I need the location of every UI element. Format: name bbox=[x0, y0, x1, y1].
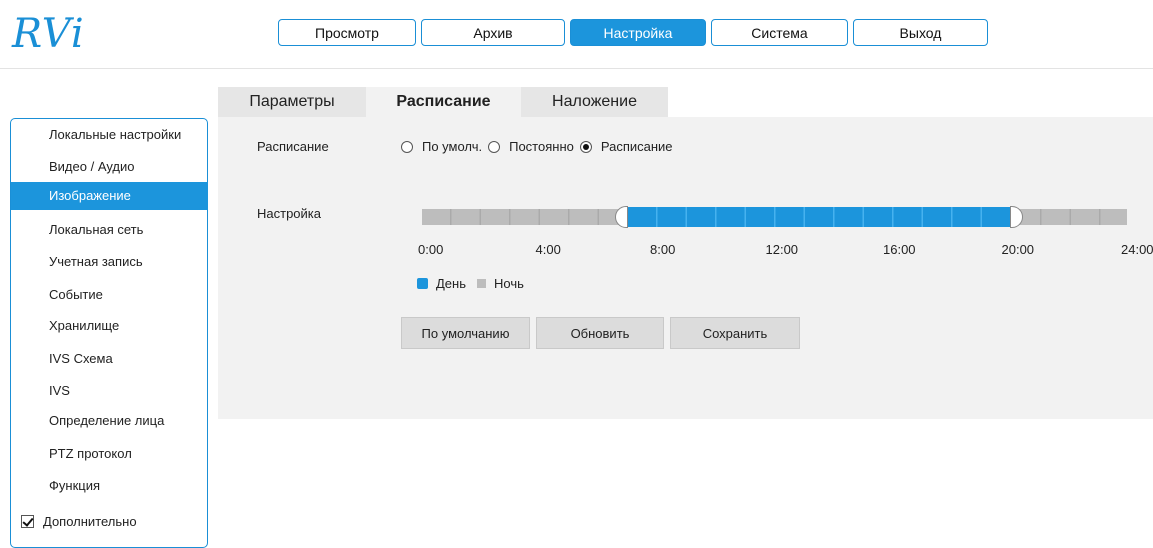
radio-schedule[interactable]: Расписание bbox=[579, 139, 673, 154]
tab-overlay[interactable]: Наложение bbox=[521, 87, 668, 117]
nav-system-button[interactable]: Система bbox=[711, 19, 848, 46]
timeline-tick-label: 16:00 bbox=[883, 242, 916, 257]
sidebar-item-video-audio[interactable]: Видео / Аудио bbox=[11, 153, 208, 181]
nav-settings-button[interactable]: Настройка bbox=[570, 19, 706, 46]
radio-always-label: Постоянно bbox=[509, 139, 574, 154]
nav-archive-button[interactable]: Архив bbox=[421, 19, 565, 46]
radio-default-label: По умолч. bbox=[422, 139, 483, 154]
radio-schedule-label: Расписание bbox=[600, 139, 673, 154]
advanced-checkbox[interactable] bbox=[21, 515, 34, 528]
sidebar-item-face-detection[interactable]: Определение лица bbox=[11, 407, 208, 435]
nav-view-button[interactable]: Просмотр bbox=[278, 19, 416, 46]
timeline-tick-label: 8:00 bbox=[650, 242, 676, 257]
schedule-panel: Расписание По умолч. Постоянно Расписани… bbox=[218, 117, 1153, 419]
default-button[interactable]: По умолчанию bbox=[401, 317, 530, 349]
schedule-label: Расписание bbox=[257, 139, 329, 154]
legend-night-label: Ночь bbox=[494, 276, 524, 291]
rvi-logo: RVi bbox=[12, 11, 85, 57]
settings-sidebar: Локальные настройки Видео / Аудио Изобра… bbox=[10, 118, 208, 548]
timeline-tick-label: 20:00 bbox=[1001, 242, 1035, 257]
refresh-button[interactable]: Обновить bbox=[536, 317, 664, 349]
sidebar-item-event[interactable]: Событие bbox=[11, 281, 208, 309]
day-start-handle[interactable] bbox=[614, 206, 628, 228]
header-divider bbox=[0, 68, 1153, 69]
sidebar-item-image[interactable]: Изображение bbox=[11, 182, 208, 210]
day-swatch-icon bbox=[417, 278, 428, 289]
radio-always-dot[interactable] bbox=[488, 140, 501, 153]
legend-day-label: День bbox=[436, 276, 466, 291]
advanced-toggle[interactable]: Дополнительно bbox=[21, 514, 137, 529]
sidebar-item-ptz-protocol[interactable]: PTZ протокол bbox=[11, 440, 208, 468]
sidebar-item-ivs-scheme[interactable]: IVS Схема bbox=[11, 345, 208, 373]
sidebar-item-account[interactable]: Учетная запись bbox=[11, 248, 208, 276]
timeline-tick-label: 4:00 bbox=[535, 242, 561, 257]
timeline-tick-label: 12:00 bbox=[765, 242, 799, 257]
action-buttons: По умолчанию Обновить Сохранить bbox=[401, 317, 806, 349]
top-navigation: Просмотр Архив Настройка Система Выход bbox=[278, 19, 993, 46]
sidebar-item-ivs[interactable]: IVS bbox=[11, 377, 208, 405]
timeline-tick-label: 24:00 bbox=[1121, 242, 1153, 257]
nav-exit-button[interactable]: Выход bbox=[853, 19, 988, 46]
radio-schedule-dot[interactable] bbox=[579, 140, 592, 153]
timeline-legend: День Ночь bbox=[417, 276, 524, 291]
tab-schedule[interactable]: Расписание bbox=[366, 87, 521, 117]
sidebar-item-function[interactable]: Функция bbox=[11, 472, 208, 500]
radio-default[interactable]: По умолч. bbox=[401, 139, 482, 154]
setting-label: Настройка bbox=[257, 206, 321, 221]
sidebar-item-local-settings[interactable]: Локальные настройки bbox=[11, 121, 208, 149]
radio-always[interactable]: Постоянно bbox=[488, 139, 574, 154]
schedule-mode-radios: По умолч. Постоянно Расписание bbox=[401, 139, 679, 154]
sidebar-item-storage[interactable]: Хранилище bbox=[11, 312, 208, 340]
day-end-handle[interactable] bbox=[1009, 206, 1023, 228]
save-button[interactable]: Сохранить bbox=[670, 317, 800, 349]
tab-parameters[interactable]: Параметры bbox=[218, 87, 366, 117]
radio-default-dot[interactable] bbox=[401, 140, 413, 153]
day-range bbox=[627, 207, 1010, 227]
timeline-tick-label: 0:00 bbox=[418, 242, 444, 257]
advanced-label: Дополнительно bbox=[43, 514, 137, 529]
settings-tabs: Параметры Расписание Наложение bbox=[218, 87, 668, 117]
sidebar-item-network[interactable]: Локальная сеть bbox=[11, 216, 208, 244]
night-swatch-icon bbox=[477, 279, 486, 288]
day-night-timeline[interactable] bbox=[422, 206, 1127, 228]
